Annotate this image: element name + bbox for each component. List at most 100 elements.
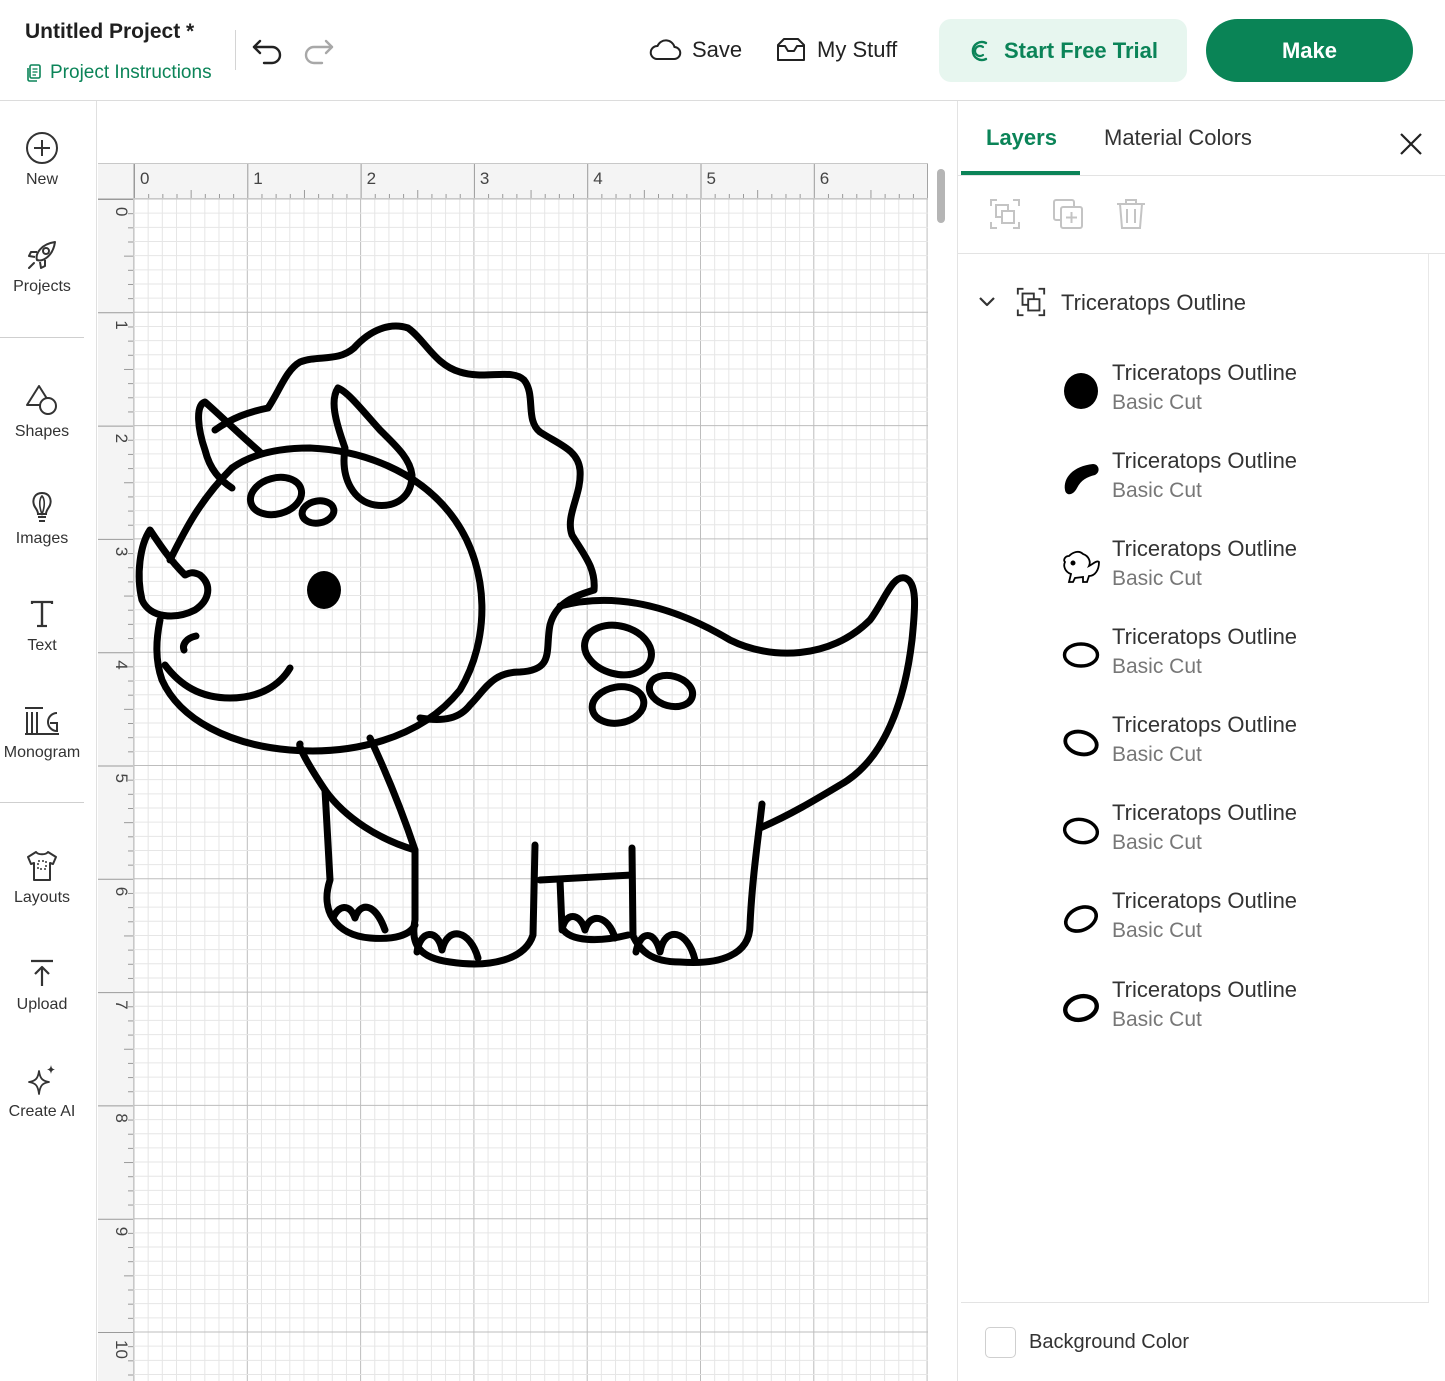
layer-operation: Basic Cut — [1112, 479, 1202, 502]
v-ruler-label: 7 — [112, 1000, 131, 1009]
h-ruler-label: 0 — [140, 169, 149, 188]
inbox-icon — [777, 38, 805, 61]
layer-name: Triceratops Outline — [1112, 977, 1298, 1002]
background-color-checkbox[interactable] — [985, 1327, 1016, 1358]
v-ruler-label: 4 — [112, 660, 131, 669]
header-divider — [235, 30, 236, 70]
save-button[interactable]: Save — [648, 30, 742, 70]
layers-panel: Layers Material Colors Triceratops Outli… — [957, 101, 1445, 1381]
undo-icon[interactable] — [250, 30, 286, 66]
layer-name: Triceratops Outline — [1112, 360, 1298, 385]
plus-circle-icon — [26, 132, 58, 164]
layer-item[interactable]: Triceratops Outline Basic Cut — [1061, 536, 1421, 606]
tab-layers[interactable]: Layers — [986, 125, 1057, 151]
tool-text[interactable]: Text — [0, 597, 84, 655]
layer-name: Triceratops Outline — [1112, 536, 1298, 561]
tool-layouts[interactable]: Layouts — [0, 849, 84, 907]
group-icon — [1016, 287, 1046, 317]
layer-item[interactable]: Triceratops Outline Basic Cut — [1061, 800, 1421, 870]
close-icon[interactable] — [1396, 129, 1426, 159]
layer-thumbnail — [1061, 722, 1101, 762]
trial-label: Start Free Trial — [1003, 37, 1159, 63]
sparkle-icon — [28, 1065, 55, 1095]
tool-projects[interactable]: Projects — [0, 238, 84, 296]
tab-material-colors[interactable]: Material Colors — [1104, 125, 1252, 151]
canvas-scrollbar[interactable] — [934, 163, 948, 1381]
shapes-icon — [26, 385, 57, 415]
redo-icon[interactable] — [300, 30, 336, 66]
tool-projects-label: Projects — [13, 278, 71, 295]
triceratops-design[interactable] — [134, 199, 928, 1381]
project-title[interactable]: Untitled Project * — [25, 20, 194, 44]
layer-name: Triceratops Outline — [1112, 448, 1298, 473]
tool-shapes[interactable]: Shapes — [0, 383, 84, 441]
cricut-c-icon — [971, 40, 988, 61]
h-ruler-label: 3 — [480, 169, 489, 188]
project-instructions-link[interactable]: Project Instructions — [26, 62, 212, 84]
save-label: Save — [692, 37, 743, 62]
tool-new[interactable]: New — [0, 131, 84, 189]
layer-operation: Basic Cut — [1112, 831, 1202, 854]
top-bar: Untitled Project * Project Instructions … — [0, 0, 1445, 101]
text-icon — [30, 600, 54, 628]
layer-item[interactable]: Triceratops Outline Basic Cut — [1061, 360, 1421, 430]
layer-thumbnail — [1061, 898, 1101, 938]
ruler-corner — [98, 163, 134, 199]
layer-thumbnail — [1061, 546, 1101, 586]
tool-images-label: Images — [15, 530, 69, 547]
layer-item[interactable]: Triceratops Outline Basic Cut — [1061, 624, 1421, 694]
tool-monogram-label: Monogram — [3, 744, 81, 761]
layer-name: Triceratops Outline — [1112, 888, 1298, 913]
layer-item[interactable]: Triceratops Outline Basic Cut — [1061, 977, 1421, 1047]
tool-layouts-label: Layouts — [13, 889, 71, 906]
chevron-down-icon[interactable] — [977, 292, 997, 312]
layer-item[interactable]: Triceratops Outline Basic Cut — [1061, 888, 1421, 958]
tool-shapes-label: Shapes — [14, 423, 70, 440]
canvas-scrollbar-thumb[interactable] — [937, 169, 945, 223]
start-free-trial-button[interactable]: Start Free Trial — [939, 19, 1187, 82]
monogram-icon — [25, 707, 59, 735]
canvas-grid[interactable] — [134, 199, 928, 1381]
layer-thumbnail — [1061, 458, 1101, 498]
layer-thumbnail — [1061, 810, 1101, 850]
layer-operation: Basic Cut — [1112, 567, 1202, 590]
toolbar-divider — [0, 337, 84, 338]
layer-item[interactable]: Triceratops Outline Basic Cut — [1061, 712, 1421, 782]
v-ruler-label: 8 — [112, 1113, 131, 1122]
layer-thumbnail — [1061, 987, 1101, 1027]
v-ruler-label: 5 — [112, 774, 131, 783]
tool-create-ai[interactable]: Create AI — [0, 1063, 84, 1121]
tool-upload-label: Upload — [16, 996, 68, 1013]
my-stuff-button[interactable]: My Stuff — [775, 30, 897, 70]
trash-icon[interactable] — [1114, 197, 1148, 231]
v-ruler-label: 9 — [112, 1227, 131, 1236]
layer-group[interactable]: Triceratops Outline — [961, 284, 1421, 324]
left-toolbar: New Projects Shapes Images Text Monogram… — [0, 101, 97, 1381]
layer-operation: Basic Cut — [1112, 1008, 1202, 1031]
v-ruler-label: 10 — [112, 1340, 131, 1359]
toolbar-divider — [0, 802, 84, 803]
layer-item[interactable]: Triceratops Outline Basic Cut — [1061, 448, 1421, 518]
background-color-row: Background Color — [961, 1302, 1429, 1381]
group-icon[interactable] — [988, 197, 1022, 231]
h-ruler-label: 2 — [367, 169, 376, 188]
h-ruler-label: 5 — [707, 169, 716, 188]
rocket-icon — [28, 241, 56, 269]
v-ruler-label: 2 — [112, 434, 131, 443]
layer-name: Triceratops Outline — [1112, 624, 1298, 649]
v-ruler-label: 6 — [112, 887, 131, 896]
duplicate-icon[interactable] — [1051, 197, 1085, 231]
lightbulb-icon — [32, 491, 52, 522]
upload-icon — [31, 959, 53, 986]
tool-upload[interactable]: Upload — [0, 956, 84, 1014]
tool-monogram[interactable]: Monogram — [0, 704, 84, 762]
tool-new-label: New — [25, 171, 58, 188]
make-button[interactable]: Make — [1206, 19, 1413, 82]
my-stuff-label: My Stuff — [817, 37, 898, 62]
background-color-label: Background Color — [1029, 1331, 1190, 1353]
shirt-icon — [27, 851, 57, 881]
layer-operation: Basic Cut — [1112, 743, 1202, 766]
design-canvas[interactable]: 0 1 2 3 4 5 6 0 1 2 3 4 5 6 7 8 9 10 — [98, 101, 956, 1381]
tool-images[interactable]: Images — [0, 490, 84, 548]
tool-create-ai-label: Create AI — [8, 1103, 76, 1120]
